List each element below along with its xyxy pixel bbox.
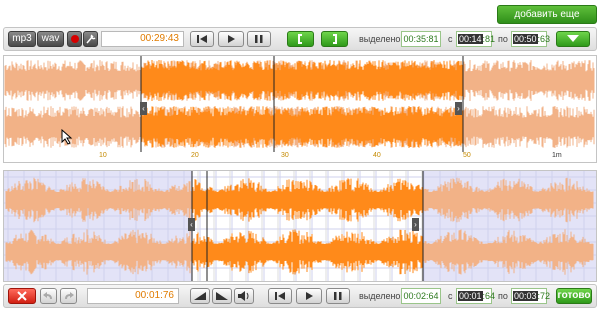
pause-icon (334, 292, 342, 300)
top-rewind-button[interactable] (190, 31, 214, 47)
undo-button[interactable] (40, 288, 57, 304)
play-icon (228, 35, 235, 43)
bottom-selected-label: выделено: (359, 291, 403, 301)
delete-button[interactable] (8, 288, 36, 304)
add-panel-button[interactable]: добавить еще панель (497, 5, 597, 37)
bottom-to-field[interactable]: 00:03:72 (511, 288, 550, 304)
ruler-tick-label: 50 (463, 152, 471, 159)
ruler-tick-label: 20 (191, 152, 199, 159)
bottom-to-hl: 00:03 (513, 291, 538, 301)
top-from-hl: 00:14 (458, 34, 483, 44)
bottom-selected-value: 00:02:64 (401, 288, 441, 304)
ruler-tick-label: 30 (281, 152, 289, 159)
bottom-pause-button[interactable] (326, 288, 350, 304)
record-button[interactable] (67, 31, 82, 47)
overview-waveform[interactable] (4, 56, 596, 162)
mp3-format-button[interactable]: mp3 (8, 31, 36, 47)
detail-selection-start-handle[interactable]: ‹ (188, 218, 195, 231)
bottom-to-rest: :72 (537, 291, 551, 301)
settings-button[interactable] (83, 31, 98, 47)
mark-out-icon (333, 34, 337, 44)
fade-in-button[interactable] (190, 288, 210, 304)
done-button[interactable]: готово (556, 288, 592, 304)
bottom-from-field[interactable]: 00:01:64 (456, 288, 495, 304)
mark-out-button[interactable] (321, 31, 348, 47)
bottom-position-field[interactable]: 00:01:76 (87, 288, 179, 304)
bottom-from-rest: :64 (482, 291, 496, 301)
top-from-label: с (448, 34, 453, 44)
volume-icon (238, 291, 249, 301)
mark-in-icon (298, 34, 302, 44)
overview-waveform-panel[interactable]: ‹ › 10 20 30 40 50 1m (3, 55, 597, 163)
bottom-rewind-button[interactable] (268, 288, 292, 304)
top-selected-label: выделено: (359, 34, 403, 44)
detail-waveform[interactable] (4, 171, 596, 281)
top-to-label: по (498, 34, 508, 44)
top-position-field[interactable]: 00:29:43 (101, 31, 184, 47)
overview-selection-end-handle[interactable]: › (455, 102, 462, 115)
top-selected-value: 00:35:81 (401, 31, 441, 47)
fade-out-button[interactable] (212, 288, 232, 304)
bottom-play-button[interactable] (296, 288, 322, 304)
mark-in-button[interactable] (287, 31, 314, 47)
bottom-from-hl: 00:01 (458, 291, 483, 301)
top-to-field[interactable]: 00:50:63 (511, 31, 550, 47)
top-from-rest: :81 (482, 34, 496, 44)
wav-format-button[interactable]: wav (37, 31, 64, 47)
ruler-tick-label: 1m (552, 152, 562, 159)
overview-time-ruler: 10 20 30 40 50 1m (4, 152, 596, 162)
top-play-button[interactable] (218, 31, 244, 47)
top-toolbar: mp3 wav 00:29:43 выделено: 00:35:81 с 00… (3, 27, 597, 51)
redo-button[interactable] (60, 288, 77, 304)
rewind-icon (275, 292, 285, 300)
play-icon (306, 292, 313, 300)
top-pause-button[interactable] (247, 31, 271, 47)
bottom-toolbar: 00:01:76 выделено: 00:02:64 с 00:01:64 п… (3, 284, 597, 308)
pause-icon (255, 35, 263, 43)
rewind-icon (197, 35, 207, 43)
redo-icon (65, 292, 74, 299)
record-icon (71, 35, 79, 43)
top-to-hl: 00:50 (513, 34, 538, 44)
undo-icon (43, 292, 52, 299)
top-to-rest: :63 (537, 34, 551, 44)
menu-down-icon (567, 35, 579, 42)
fade-out-icon (216, 292, 228, 300)
top-from-field[interactable]: 00:14:81 (456, 31, 495, 47)
panel-menu-button[interactable] (556, 31, 590, 47)
ruler-tick-label: 40 (373, 152, 381, 159)
fade-in-icon (194, 292, 206, 300)
detail-selection-end-handle[interactable]: › (412, 218, 419, 231)
detail-waveform-panel[interactable]: ‹ › (3, 170, 597, 282)
bottom-to-label: по (498, 291, 508, 301)
close-icon (17, 291, 27, 301)
volume-button[interactable] (234, 288, 254, 304)
bottom-from-label: с (448, 291, 453, 301)
mouse-cursor-icon (61, 129, 73, 145)
ruler-tick-label: 10 (99, 152, 107, 159)
overview-selection-start-handle[interactable]: ‹ (140, 102, 147, 115)
settings-icon (86, 34, 96, 44)
